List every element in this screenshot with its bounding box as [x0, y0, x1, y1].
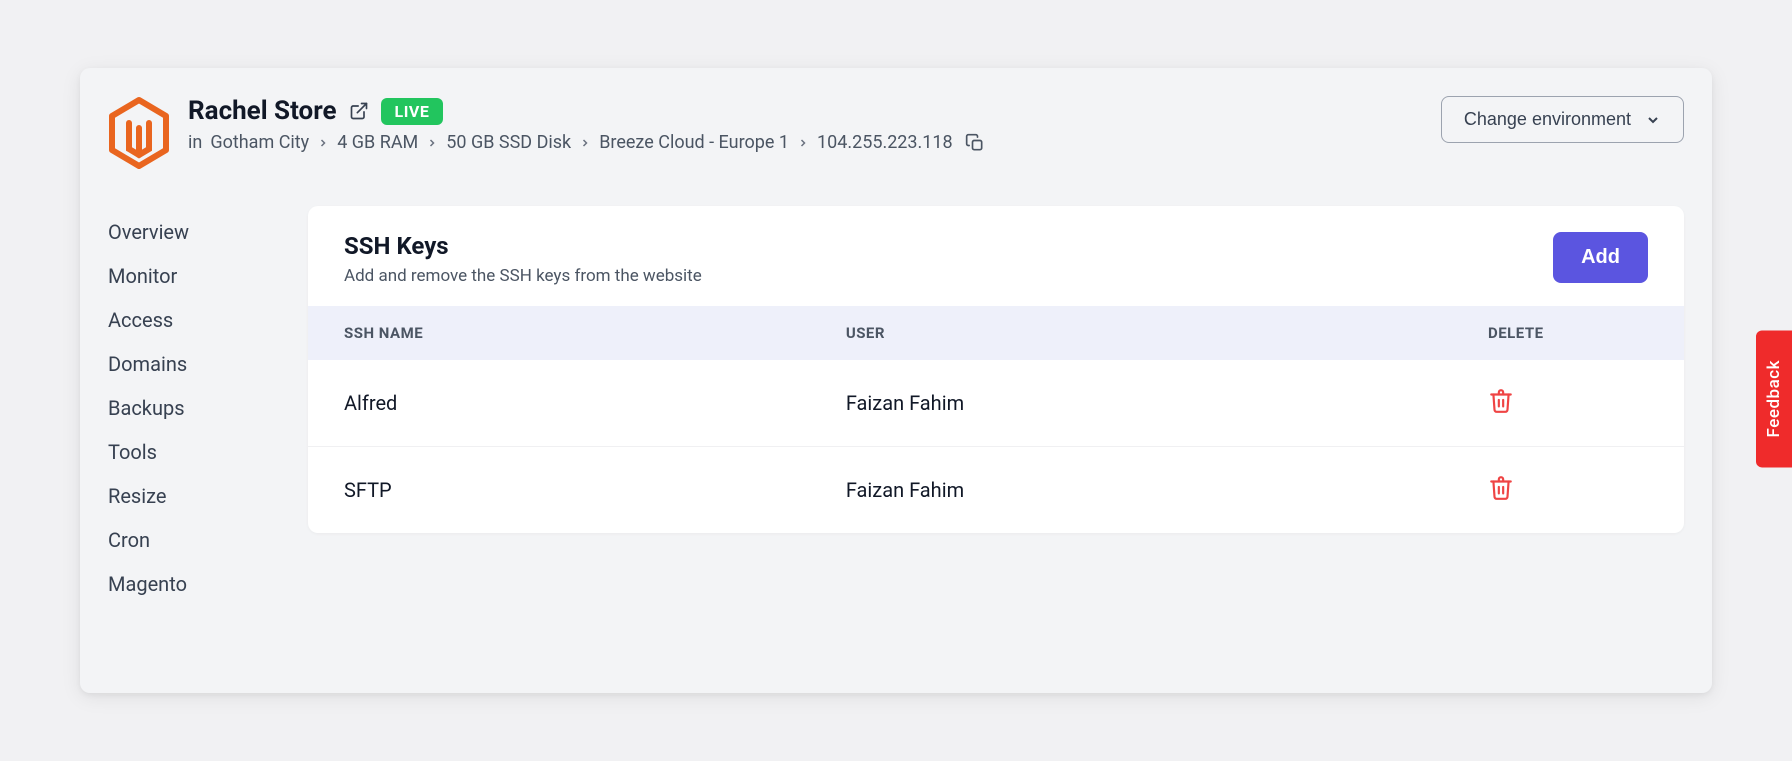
breadcrumb-item: Breeze Cloud - Europe 1	[599, 132, 789, 153]
header-row: Rachel Store LIVE in Gotham City 4 GB	[108, 96, 1684, 170]
card-header: SSH Keys Add and remove the SSH keys fro…	[308, 206, 1684, 306]
ssh-keys-card: SSH Keys Add and remove the SSH keys fro…	[308, 206, 1684, 533]
live-badge: LIVE	[381, 98, 444, 125]
sidebar-item-resize[interactable]: Resize	[108, 474, 268, 518]
change-environment-label: Change environment	[1464, 109, 1631, 130]
breadcrumb-prefix: in	[188, 132, 202, 153]
col-ssh-name: SSH NAME	[344, 324, 846, 342]
table-head: SSH NAME USER DELETE	[308, 306, 1684, 360]
sidebar-item-backups[interactable]: Backups	[108, 386, 268, 430]
add-button[interactable]: Add	[1553, 232, 1648, 283]
card-title: SSH Keys	[344, 232, 702, 260]
title-line: Rachel Store LIVE	[188, 96, 985, 126]
col-delete: DELETE	[1448, 324, 1648, 342]
feedback-tab[interactable]: Feedback	[1756, 330, 1792, 467]
cell-ssh-name: SFTP	[344, 478, 846, 502]
sidebar-item-magento[interactable]: Magento	[108, 562, 268, 606]
chevron-right-icon	[797, 137, 809, 149]
body-row: Overview Monitor Access Domains Backups …	[108, 206, 1684, 606]
chevron-right-icon	[579, 137, 591, 149]
sidebar-item-domains[interactable]: Domains	[108, 342, 268, 386]
chevron-right-icon	[317, 137, 329, 149]
card-header-text: SSH Keys Add and remove the SSH keys fro…	[344, 232, 702, 286]
table-row: SFTP Faizan Fahim	[308, 447, 1684, 533]
sidebar-item-cron[interactable]: Cron	[108, 518, 268, 562]
sidebar-item-overview[interactable]: Overview	[108, 210, 268, 254]
external-link-icon[interactable]	[349, 101, 369, 121]
copy-icon[interactable]	[965, 133, 985, 153]
cell-ssh-name: Alfred	[344, 391, 846, 415]
table-row: Alfred Faizan Fahim	[308, 360, 1684, 447]
breadcrumb-item: 4 GB RAM	[337, 132, 418, 153]
breadcrumb: in Gotham City 4 GB RAM 50 GB SSD Disk B…	[188, 132, 985, 153]
breadcrumb-item: 50 GB SSD Disk	[446, 132, 571, 153]
magento-logo-icon	[108, 96, 170, 170]
card-subtitle: Add and remove the SSH keys from the web…	[344, 266, 702, 286]
store-title: Rachel Store	[188, 96, 337, 126]
sidebar-item-access[interactable]: Access	[108, 298, 268, 342]
header-left: Rachel Store LIVE in Gotham City 4 GB	[108, 96, 985, 170]
sidebar-item-monitor[interactable]: Monitor	[108, 254, 268, 298]
breadcrumb-item: 104.255.223.118	[817, 132, 953, 153]
cell-user: Faizan Fahim	[846, 391, 1448, 415]
trash-icon[interactable]	[1488, 475, 1514, 501]
main-panel: Rachel Store LIVE in Gotham City 4 GB	[80, 68, 1712, 693]
title-block: Rachel Store LIVE in Gotham City 4 GB	[188, 96, 985, 153]
chevron-down-icon	[1645, 112, 1661, 128]
change-environment-button[interactable]: Change environment	[1441, 96, 1684, 143]
sidebar: Overview Monitor Access Domains Backups …	[108, 206, 268, 606]
trash-icon[interactable]	[1488, 388, 1514, 414]
chevron-right-icon	[426, 137, 438, 149]
col-user: USER	[846, 324, 1448, 342]
breadcrumb-item: Gotham City	[210, 132, 309, 153]
cell-user: Faizan Fahim	[846, 478, 1448, 502]
sidebar-item-tools[interactable]: Tools	[108, 430, 268, 474]
